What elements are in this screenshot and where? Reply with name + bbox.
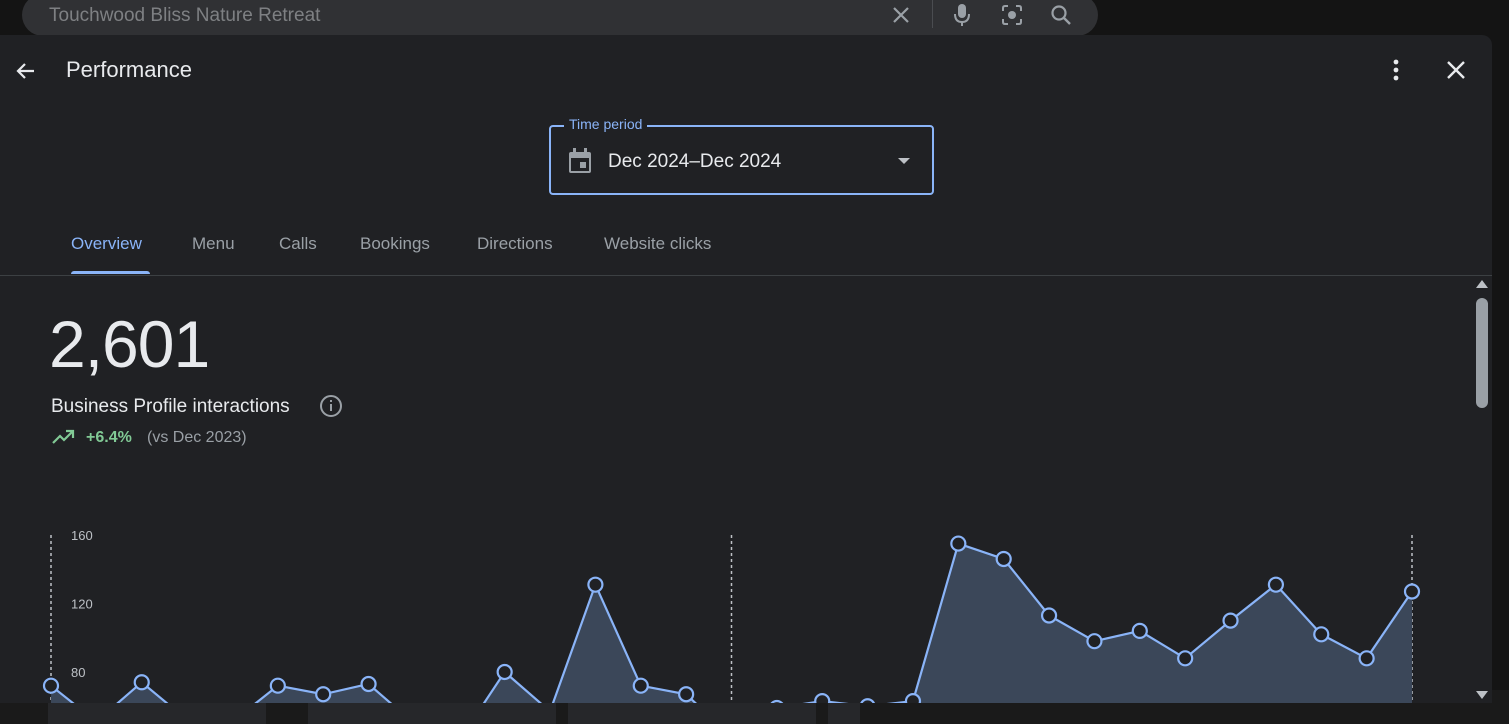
search-divider xyxy=(932,0,933,28)
tab-website-clicks[interactable]: Website clicks xyxy=(604,234,711,254)
info-icon[interactable] xyxy=(319,394,343,418)
arrow-back-icon xyxy=(16,63,34,79)
tab-menu[interactable]: Menu xyxy=(192,234,235,254)
data-point[interactable] xyxy=(1040,607,1058,624)
close-icon xyxy=(1447,61,1465,79)
data-point[interactable] xyxy=(587,576,604,593)
dropdown-arrow-icon xyxy=(898,158,910,164)
time-period-label: Time period xyxy=(564,116,648,132)
tab-bar: Overview Menu Calls Bookings Directions … xyxy=(0,220,1492,276)
scroll-up-arrow[interactable] xyxy=(1476,280,1488,288)
dialog-header: Performance xyxy=(0,35,1492,107)
data-point[interactable] xyxy=(995,550,1012,568)
performance-dialog: Performance Time period Dec 2024–Dec 202… xyxy=(0,35,1492,703)
data-point[interactable] xyxy=(1086,633,1103,650)
data-point[interactable] xyxy=(632,677,649,694)
data-point[interactable] xyxy=(860,698,876,703)
data-point[interactable] xyxy=(1313,626,1330,643)
metric-label: Business Profile interactions xyxy=(51,396,290,417)
search-icon[interactable] xyxy=(1048,2,1074,28)
data-point[interactable] xyxy=(496,663,513,681)
clear-icon[interactable] xyxy=(888,2,914,28)
data-point[interactable] xyxy=(133,674,150,691)
more-options-button[interactable] xyxy=(1382,55,1410,85)
data-point[interactable] xyxy=(904,693,922,703)
tab-overview[interactable]: Overview xyxy=(71,234,142,254)
total-interactions: 2,601 xyxy=(49,307,210,381)
more-vert-icon xyxy=(1393,59,1399,81)
dialog-title: Performance xyxy=(66,57,192,82)
trending-up-icon xyxy=(52,429,75,444)
data-point[interactable] xyxy=(360,675,377,693)
data-point[interactable] xyxy=(950,535,967,552)
trend-percent: +6.4% xyxy=(86,429,132,446)
lens-icon[interactable] xyxy=(999,2,1025,28)
data-point[interactable] xyxy=(315,686,332,703)
tab-calls[interactable]: Calls xyxy=(279,234,317,254)
search-bar[interactable]: Touchwood Bliss Nature Retreat xyxy=(22,0,1098,36)
data-point[interactable] xyxy=(770,699,784,703)
data-point[interactable] xyxy=(269,677,286,694)
search-query[interactable]: Touchwood Bliss Nature Retreat xyxy=(49,5,320,27)
calendar-icon xyxy=(569,148,591,173)
close-button[interactable] xyxy=(1441,55,1471,85)
data-point[interactable] xyxy=(1358,650,1375,667)
tab-bookings[interactable]: Bookings xyxy=(360,234,430,254)
active-tab-indicator xyxy=(71,271,150,274)
tab-directions[interactable]: Directions xyxy=(477,234,553,254)
data-point[interactable] xyxy=(1222,612,1239,629)
y-tick-label: 80 xyxy=(71,665,85,680)
data-point[interactable] xyxy=(1267,576,1285,593)
data-point[interactable] xyxy=(814,693,831,703)
time-period-value: Dec 2024–Dec 2024 xyxy=(608,151,782,172)
data-point[interactable] xyxy=(42,677,60,694)
data-point[interactable] xyxy=(1403,583,1421,600)
data-point[interactable] xyxy=(678,686,695,703)
microphone-icon[interactable] xyxy=(949,2,975,28)
trend-comparison: (vs Dec 2023) xyxy=(147,429,247,446)
scroll-thumb[interactable] xyxy=(1476,298,1488,408)
data-point[interactable] xyxy=(1177,650,1194,667)
interactions-chart[interactable]: 1601208040 xyxy=(0,276,1473,703)
back-button[interactable] xyxy=(10,55,42,87)
data-point[interactable] xyxy=(1131,622,1148,639)
y-tick-label: 160 xyxy=(71,528,93,543)
overview-content: 1601208040 2,601 Business Profile intera… xyxy=(0,276,1473,703)
scroll-down-arrow[interactable] xyxy=(1476,691,1488,699)
scrollbar[interactable] xyxy=(1473,276,1491,703)
time-period-select[interactable]: Time period Dec 2024–Dec 2024 xyxy=(549,116,934,195)
y-tick-label: 120 xyxy=(71,597,93,612)
